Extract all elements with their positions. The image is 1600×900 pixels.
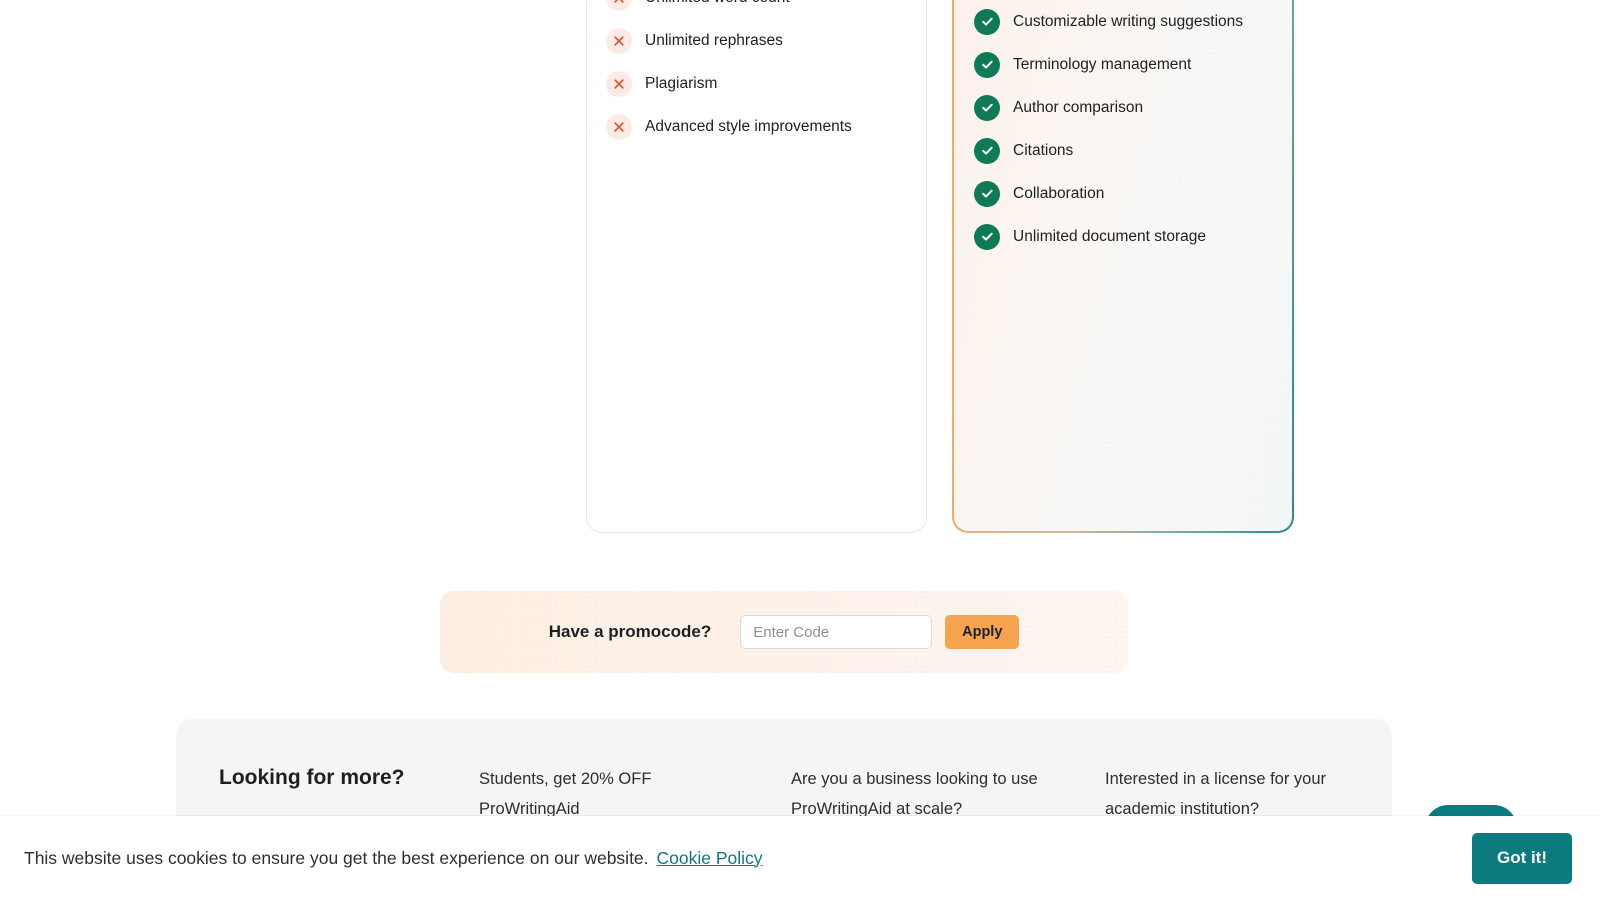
cookie-accept-button[interactable]: Got it! (1472, 832, 1572, 884)
cross-circle-icon (606, 70, 632, 97)
check-circle-icon (974, 8, 1000, 35)
feature-row: Unlimited word count (606, 0, 926, 19)
feature-row: Plagiarism (606, 62, 926, 105)
feature-label: Unlimited word count (645, 0, 790, 7)
free-plan-card: 10 rephrases per dayGrammar, Spelling, P… (586, 0, 927, 533)
check-circle-icon (974, 94, 1000, 121)
feature-label: Plagiarism (645, 74, 718, 92)
promocode-bar: Have a promocode? Apply (440, 591, 1128, 673)
premium-plan-feature-list: Unlimited word countUnlimited rephrasesA… (954, 0, 1292, 258)
premium-plan-card-inner: Unlimited word countUnlimited rephrasesA… (954, 0, 1292, 531)
promocode-input[interactable] (740, 615, 933, 649)
apply-promocode-button[interactable]: Apply (945, 615, 1020, 649)
cookie-banner-message: This website uses cookies to ensure you … (24, 848, 763, 869)
feature-label: Customizable writing suggestions (1013, 12, 1244, 30)
check-circle-icon (974, 137, 1000, 164)
feature-label: Author comparison (1013, 98, 1144, 116)
pricing-page: 10 rephrases per dayGrammar, Spelling, P… (0, 0, 1600, 900)
cookie-policy-link[interactable]: Cookie Policy (657, 848, 763, 868)
cookie-banner-message-text: This website uses cookies to ensure you … (24, 847, 649, 868)
cross-circle-icon (606, 0, 632, 11)
feature-row: Advanced style improvements (606, 105, 926, 148)
feature-label: Unlimited rephrases (645, 31, 783, 49)
cookie-consent-banner: This website uses cookies to ensure you … (0, 816, 1600, 900)
feature-row: Collaboration (974, 172, 1292, 215)
promocode-label: Have a promocode? (548, 622, 712, 641)
looking-for-more-title: Looking for more? (219, 766, 405, 789)
feature-row: Author comparison (974, 86, 1292, 129)
check-circle-icon (974, 180, 1000, 207)
feature-label: Unlimited document storage (1013, 227, 1206, 245)
feature-row: Terminology management (974, 43, 1292, 86)
feature-label: Terminology management (1013, 55, 1192, 73)
feature-row: Unlimited document storage (974, 215, 1292, 258)
cross-circle-icon (606, 113, 632, 140)
free-plan-feature-list: 10 rephrases per dayGrammar, Spelling, P… (587, 0, 926, 148)
feature-label: Collaboration (1013, 184, 1105, 202)
check-circle-icon (974, 223, 1000, 250)
feature-row: Customizable writing suggestions (974, 0, 1292, 43)
check-circle-icon (974, 51, 1000, 78)
feature-label: Citations (1013, 141, 1074, 159)
feature-row: Unlimited rephrases (606, 19, 926, 62)
premium-plan-card: Unlimited word countUnlimited rephrasesA… (952, 0, 1294, 533)
cross-circle-icon (606, 27, 632, 54)
feature-row: Citations (974, 129, 1292, 172)
feature-label: Advanced style improvements (645, 117, 852, 135)
